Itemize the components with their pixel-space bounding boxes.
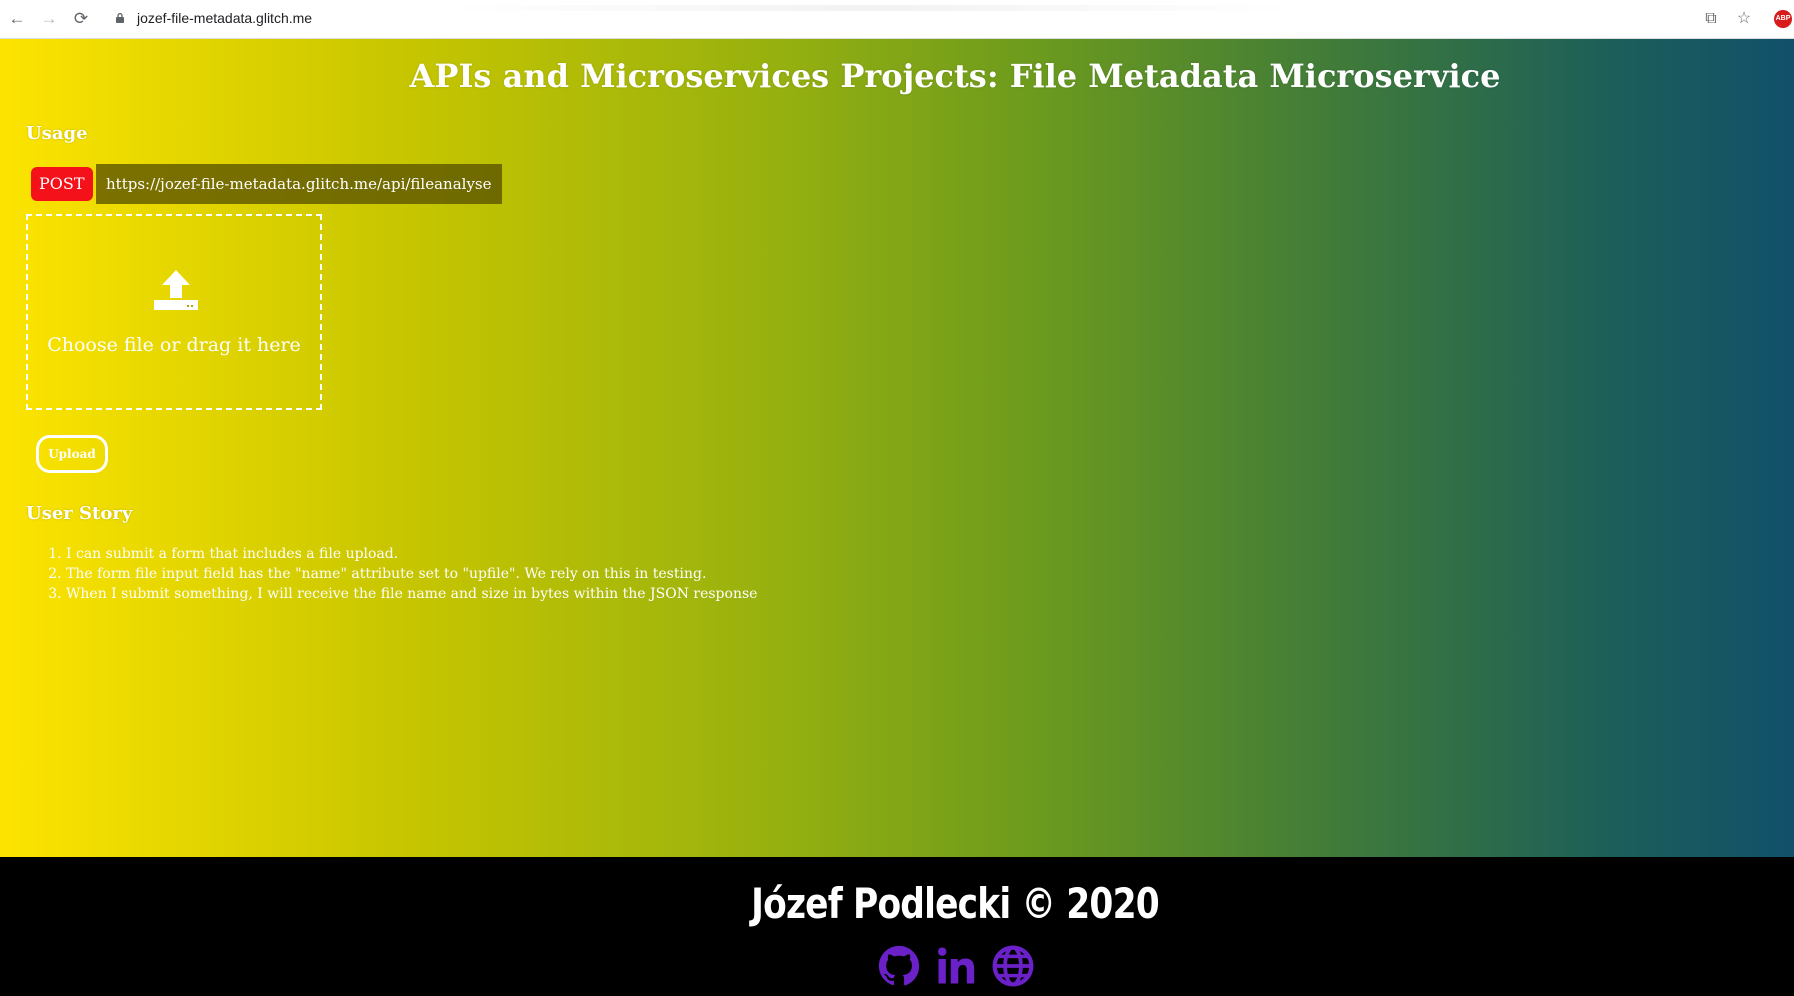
method-badge: POST (31, 167, 93, 201)
adblock-extension-icon[interactable]: ABP (1774, 10, 1792, 28)
translate-button[interactable]: ⧉ (1700, 8, 1722, 30)
usage-heading: Usage (26, 123, 88, 144)
lock-icon (116, 13, 124, 23)
reload-icon: ⟳ (73, 9, 89, 28)
upload-icon (154, 270, 198, 310)
browser-toolbar: ← → ⟳ jozef-file-metadata.glitch.me ⧉ ☆ … (0, 0, 1794, 39)
abp-label: ABP (1775, 15, 1791, 22)
list-item: The form file input field has the "name"… (66, 564, 757, 584)
user-story-heading: User Story (26, 503, 133, 524)
bookmark-button[interactable]: ☆ (1733, 8, 1755, 30)
linkedin-icon[interactable] (935, 945, 977, 987)
dropzone-label: Choose file or drag it here (47, 334, 301, 356)
main-content: APIs and Microservices Projects: File Me… (0, 39, 1794, 857)
upload-button[interactable]: Upload (36, 435, 108, 473)
copyright-text: Józef Podlecki © 2020 (751, 879, 1160, 928)
github-icon[interactable] (878, 945, 920, 987)
blurred-tab-strip (440, 5, 1300, 11)
list-item: I can submit a form that includes a file… (66, 544, 757, 564)
address-bar-url[interactable]: jozef-file-metadata.glitch.me (137, 10, 312, 26)
forward-arrow-icon: → (40, 9, 58, 28)
social-links (878, 945, 1038, 989)
footer: Józef Podlecki © 2020 (0, 857, 1794, 996)
back-button[interactable]: ← (4, 6, 30, 32)
endpoint-url: https://jozef-file-metadata.glitch.me/ap… (96, 164, 502, 204)
file-dropzone[interactable]: Choose file or drag it here (26, 214, 322, 410)
page-title: APIs and Microservices Projects: File Me… (409, 57, 1501, 95)
list-item: When I submit something, I will receive … (66, 584, 757, 604)
star-icon: ☆ (1736, 10, 1752, 27)
globe-icon[interactable] (992, 945, 1034, 987)
reload-button[interactable]: ⟳ (68, 6, 94, 32)
forward-button[interactable]: → (36, 6, 62, 32)
translate-icon: ⧉ (1705, 10, 1717, 27)
back-arrow-icon: ← (8, 9, 26, 28)
user-story-list: I can submit a form that includes a file… (46, 544, 757, 604)
